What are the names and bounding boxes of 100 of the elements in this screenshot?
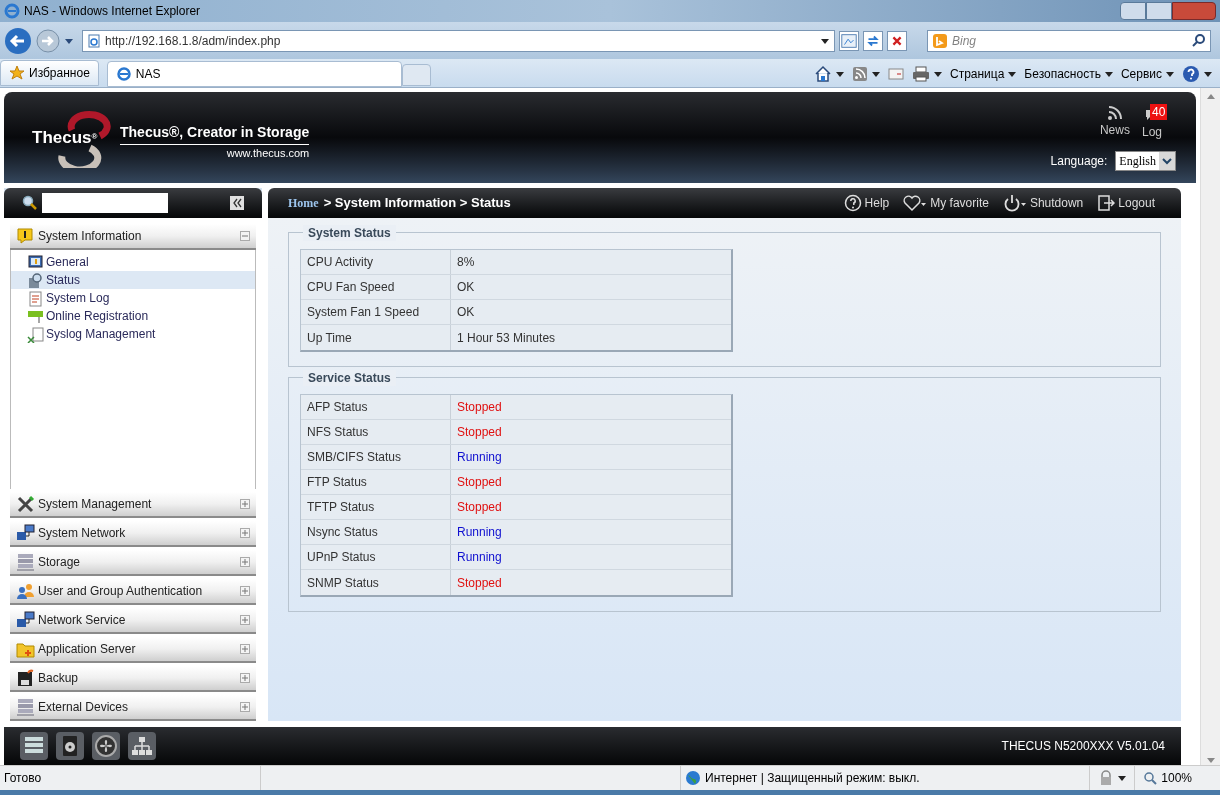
- users-icon: [16, 581, 35, 601]
- section-title: Service Status: [303, 370, 396, 386]
- menu-group-header[interactable]: Application Server: [10, 637, 256, 663]
- plus-icon: [240, 615, 250, 625]
- chevron-down-icon: [1159, 151, 1175, 170]
- menu-button[interactable]: Страница: [949, 65, 1017, 83]
- toolbar-button[interactable]: Logout: [1097, 194, 1155, 212]
- table-cell-text: Running: [456, 524, 503, 541]
- menu-group-header[interactable]: Backup: [10, 666, 256, 692]
- toolbar-button[interactable]: My favorite: [903, 194, 989, 212]
- search-box[interactable]: Bing: [927, 29, 1211, 52]
- section-title: System Status: [303, 225, 396, 241]
- table-cell: NFS Status: [301, 420, 451, 444]
- plus-icon: [240, 499, 250, 509]
- plus-icon: [240, 528, 250, 538]
- tree-item[interactable]: System Log: [11, 289, 255, 307]
- table-cell: SNMP Status: [301, 570, 451, 595]
- floppy-icon: [16, 668, 35, 688]
- network-icon[interactable]: [128, 732, 156, 760]
- caret-icon: [1166, 70, 1174, 78]
- table-cell: CPU Activity: [301, 250, 451, 274]
- browser-tab[interactable]: NAS: [106, 61, 402, 87]
- window-title: NAS - Windows Internet Explorer: [24, 3, 201, 20]
- feed-icon[interactable]: [851, 66, 868, 82]
- server-icon[interactable]: [20, 732, 48, 760]
- globe-icon: [685, 770, 701, 786]
- menu-group-header[interactable]: External Devices: [10, 695, 256, 721]
- tree-item[interactable]: Status: [11, 271, 255, 289]
- caret-icon: [1008, 70, 1017, 78]
- bing-icon: [932, 32, 948, 49]
- stop-icon[interactable]: [887, 30, 907, 51]
- menu-button[interactable]: Безопасность: [1024, 65, 1113, 83]
- plus-icon: [240, 644, 250, 654]
- document-icon: [27, 289, 44, 307]
- forward-icon[interactable]: [36, 28, 60, 53]
- toolbar-button[interactable]: Help: [843, 194, 890, 212]
- table-cell-text: Stopped: [456, 499, 503, 516]
- caret-icon: [835, 70, 844, 78]
- search-icon[interactable]: [1192, 33, 1206, 48]
- table-cell: Nsync Status: [301, 520, 451, 544]
- menu-group-header[interactable]: System Management: [10, 492, 256, 518]
- tree-item[interactable]: Online Registration: [11, 307, 255, 325]
- feed-icon: [1106, 104, 1123, 121]
- tools-icon: [16, 494, 35, 514]
- table-cell-text: OK: [456, 279, 476, 296]
- scrollbar[interactable]: [1200, 88, 1220, 765]
- caret-icon: [933, 70, 942, 78]
- fan-icon[interactable]: [92, 732, 120, 760]
- minus-icon: [240, 231, 250, 241]
- table-cell-text: Stopped: [456, 399, 503, 416]
- search-field[interactable]: [42, 193, 168, 213]
- table-cell-text: Stopped: [456, 424, 503, 441]
- table-cell: CPU Fan Speed: [301, 275, 451, 299]
- count-badge: 40: [1149, 103, 1168, 120]
- caret-icon: [1118, 774, 1127, 782]
- caret-icon: [1204, 70, 1212, 78]
- arrow-down-icon: [1205, 757, 1216, 765]
- collapse-icon[interactable]: [230, 196, 244, 210]
- printer-icon[interactable]: [911, 66, 930, 82]
- menu-group-header[interactable]: System Information: [10, 224, 256, 250]
- plus-icon: [240, 557, 250, 567]
- menu-group-header[interactable]: Storage: [10, 550, 256, 576]
- menu-button[interactable]: Сервис: [1120, 65, 1174, 83]
- status-text: Готово: [3, 770, 43, 787]
- toolbar-button[interactable]: Shutdown: [1002, 194, 1084, 212]
- search-field[interactable]: Bing: [952, 31, 1188, 50]
- plus-icon: [240, 702, 250, 712]
- table-cell: UPnP Status: [301, 545, 451, 569]
- menu-group-header[interactable]: User and Group Authentication: [10, 579, 256, 605]
- compatibility-icon[interactable]: [839, 30, 859, 51]
- tagline: Thecus®, Creator in Storage: [120, 121, 310, 145]
- table-cell-text: 8%: [456, 254, 476, 271]
- tree-item[interactable]: General: [11, 253, 255, 271]
- favorites-button[interactable]: Избранное: [0, 60, 99, 86]
- help-icon[interactable]: [1182, 65, 1200, 83]
- language-select[interactable]: English: [1115, 150, 1176, 171]
- home-icon[interactable]: [813, 65, 832, 83]
- table-cell: System Fan 1 Speed: [301, 300, 451, 324]
- refresh-icon[interactable]: [863, 30, 883, 51]
- heart-icon: [903, 194, 928, 212]
- caret-icon: [871, 70, 880, 78]
- address-field[interactable]: http://192.168.1.8/adm/index.php: [82, 29, 835, 52]
- help-icon: [843, 194, 862, 212]
- table-cell: TFTP Status: [301, 495, 451, 519]
- menu-group-header[interactable]: System Network: [10, 521, 256, 547]
- table-cell: AFP Status: [301, 395, 451, 419]
- breadcrumb-link[interactable]: Home: [288, 194, 319, 212]
- tree-item[interactable]: Syslog Management: [11, 325, 255, 343]
- minimize-button[interactable]: [1120, 2, 1146, 20]
- storage-icon: [16, 552, 35, 572]
- menu-group-header[interactable]: Network Service: [10, 608, 256, 634]
- news-button[interactable]: News: [1099, 104, 1130, 141]
- exit-icon: [1097, 194, 1116, 212]
- maximize-button[interactable]: [1146, 2, 1172, 20]
- info-icon: [16, 226, 35, 246]
- back-icon[interactable]: [4, 26, 32, 55]
- log-button[interactable]: Log 40: [1141, 104, 1176, 141]
- monitor-icon: [27, 253, 44, 271]
- power-icon: [1002, 194, 1027, 212]
- network-icon: [16, 523, 35, 543]
